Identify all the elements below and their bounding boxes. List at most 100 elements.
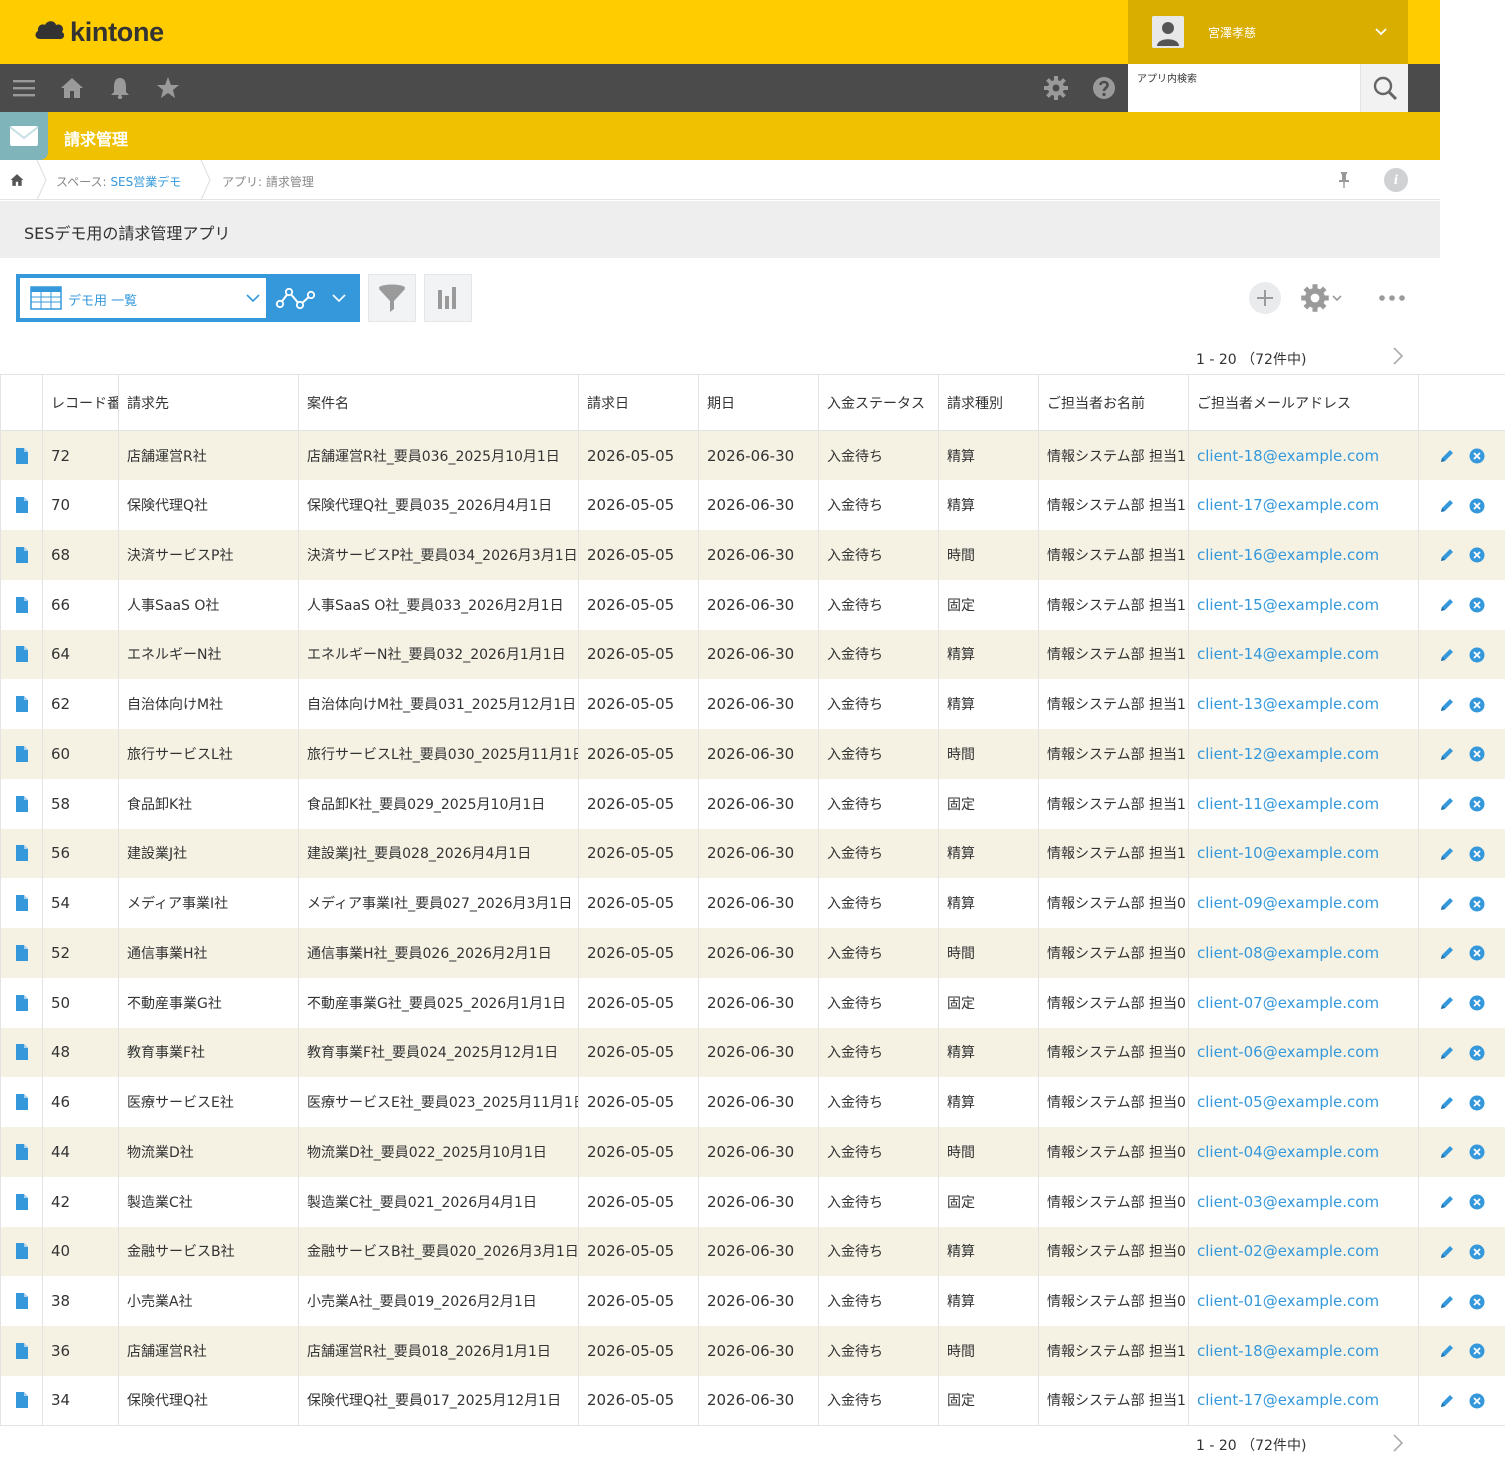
edit-icon[interactable] xyxy=(1439,448,1455,464)
delete-icon[interactable] xyxy=(1469,1343,1485,1359)
edit-icon[interactable] xyxy=(1439,1045,1455,1061)
edit-icon[interactable] xyxy=(1439,1343,1455,1359)
kintone-logo[interactable]: kintone xyxy=(34,16,164,48)
email-link[interactable]: client-11@example.com xyxy=(1197,795,1379,813)
user-menu[interactable]: 宮澤孝慈 xyxy=(1128,0,1408,64)
delete-icon[interactable] xyxy=(1469,1045,1485,1061)
chevron-right-icon[interactable] xyxy=(1392,346,1404,366)
header-payment-status[interactable]: 入金ステータス xyxy=(818,374,939,431)
email-link[interactable]: client-17@example.com xyxy=(1197,1391,1379,1409)
record-detail-link[interactable] xyxy=(0,679,43,729)
edit-icon[interactable] xyxy=(1439,1244,1455,1260)
email-link[interactable]: client-10@example.com xyxy=(1197,844,1379,862)
email-link[interactable]: client-13@example.com xyxy=(1197,695,1379,713)
record-detail-link[interactable] xyxy=(0,1176,43,1227)
email-link[interactable]: client-16@example.com xyxy=(1197,546,1379,564)
record-detail-link[interactable] xyxy=(0,629,43,680)
menu-icon[interactable] xyxy=(12,76,36,100)
view-selector[interactable]: デモ用 一覧 xyxy=(16,274,268,322)
edit-icon[interactable] xyxy=(1439,1095,1455,1111)
header-contact-email[interactable]: ご担当者メールアドレス xyxy=(1188,374,1419,431)
email-link[interactable]: client-06@example.com xyxy=(1197,1043,1379,1061)
header-invoice-type[interactable]: 請求種別 xyxy=(938,374,1039,431)
header-project-name[interactable]: 案件名 xyxy=(298,374,579,431)
edit-icon[interactable] xyxy=(1439,796,1455,812)
edit-icon[interactable] xyxy=(1439,697,1455,713)
record-detail-link[interactable] xyxy=(0,480,43,530)
edit-icon[interactable] xyxy=(1439,846,1455,862)
breadcrumb-space[interactable]: スペース: SES営業デモ xyxy=(56,173,181,190)
record-detail-link[interactable] xyxy=(0,1375,43,1426)
delete-icon[interactable] xyxy=(1469,1393,1485,1409)
record-detail-link[interactable] xyxy=(0,1077,43,1127)
chart-button[interactable] xyxy=(424,274,472,322)
view-selector-field[interactable]: デモ用 一覧 xyxy=(20,278,266,318)
app-search-input[interactable]: アプリ内検索 xyxy=(1128,64,1360,112)
help-icon[interactable] xyxy=(1092,76,1116,100)
edit-icon[interactable] xyxy=(1439,1144,1455,1160)
delete-icon[interactable] xyxy=(1469,945,1485,961)
record-detail-link[interactable] xyxy=(0,928,43,978)
edit-icon[interactable] xyxy=(1439,1294,1455,1310)
graph-selector[interactable] xyxy=(268,274,360,322)
edit-icon[interactable] xyxy=(1439,1393,1455,1409)
more-options-icon[interactable] xyxy=(1378,290,1406,306)
record-detail-link[interactable] xyxy=(0,1326,43,1376)
record-detail-link[interactable] xyxy=(0,530,43,580)
record-detail-link[interactable] xyxy=(0,729,43,779)
email-link[interactable]: client-18@example.com xyxy=(1197,1342,1379,1360)
edit-icon[interactable] xyxy=(1439,547,1455,563)
header-record-number[interactable]: レコード番号 xyxy=(42,374,119,431)
record-detail-link[interactable] xyxy=(0,1226,43,1277)
edit-icon[interactable] xyxy=(1439,498,1455,514)
email-link[interactable]: client-07@example.com xyxy=(1197,994,1379,1012)
email-link[interactable]: client-14@example.com xyxy=(1197,645,1379,663)
header-contact-name[interactable]: ご担当者お名前 xyxy=(1038,374,1189,431)
breadcrumb-home-icon[interactable] xyxy=(10,173,24,187)
chevron-right-icon[interactable] xyxy=(1392,1433,1404,1453)
delete-icon[interactable] xyxy=(1469,1095,1485,1111)
delete-icon[interactable] xyxy=(1469,448,1485,464)
header-invoice-date[interactable]: 請求日 xyxy=(578,374,699,431)
delete-icon[interactable] xyxy=(1469,1194,1485,1210)
edit-icon[interactable] xyxy=(1439,896,1455,912)
email-link[interactable]: client-01@example.com xyxy=(1197,1292,1379,1310)
delete-icon[interactable] xyxy=(1469,796,1485,812)
record-detail-link[interactable] xyxy=(0,1127,43,1177)
gear-icon[interactable] xyxy=(1044,76,1068,100)
chevron-down-icon[interactable] xyxy=(1374,22,1388,42)
email-link[interactable]: client-02@example.com xyxy=(1197,1242,1379,1260)
record-detail-link[interactable] xyxy=(0,579,43,630)
record-detail-link[interactable] xyxy=(0,1027,43,1078)
delete-icon[interactable] xyxy=(1469,647,1485,663)
delete-icon[interactable] xyxy=(1469,846,1485,862)
delete-icon[interactable] xyxy=(1469,1244,1485,1260)
record-detail-link[interactable] xyxy=(0,778,43,829)
filter-button[interactable] xyxy=(368,274,416,322)
info-icon[interactable]: i xyxy=(1384,168,1408,192)
edit-icon[interactable] xyxy=(1439,597,1455,613)
bell-icon[interactable] xyxy=(108,76,132,100)
star-icon[interactable] xyxy=(156,76,180,100)
app-settings-button[interactable] xyxy=(1300,283,1344,313)
edit-icon[interactable] xyxy=(1439,746,1455,762)
pin-icon[interactable] xyxy=(1336,170,1352,190)
app-icon[interactable] xyxy=(0,112,48,160)
delete-icon[interactable] xyxy=(1469,995,1485,1011)
delete-icon[interactable] xyxy=(1469,597,1485,613)
home-icon[interactable] xyxy=(60,76,84,100)
delete-icon[interactable] xyxy=(1469,1144,1485,1160)
email-link[interactable]: client-03@example.com xyxy=(1197,1193,1379,1211)
header-client[interactable]: 請求先 xyxy=(118,374,299,431)
email-link[interactable]: client-17@example.com xyxy=(1197,496,1379,514)
delete-icon[interactable] xyxy=(1469,896,1485,912)
delete-icon[interactable] xyxy=(1469,697,1485,713)
edit-icon[interactable] xyxy=(1439,995,1455,1011)
breadcrumb-space-link[interactable]: SES営業デモ xyxy=(110,175,181,189)
header-due-date[interactable]: 期日 xyxy=(698,374,819,431)
delete-icon[interactable] xyxy=(1469,1294,1485,1310)
delete-icon[interactable] xyxy=(1469,498,1485,514)
email-link[interactable]: client-05@example.com xyxy=(1197,1093,1379,1111)
email-link[interactable]: client-04@example.com xyxy=(1197,1143,1379,1161)
delete-icon[interactable] xyxy=(1469,746,1485,762)
